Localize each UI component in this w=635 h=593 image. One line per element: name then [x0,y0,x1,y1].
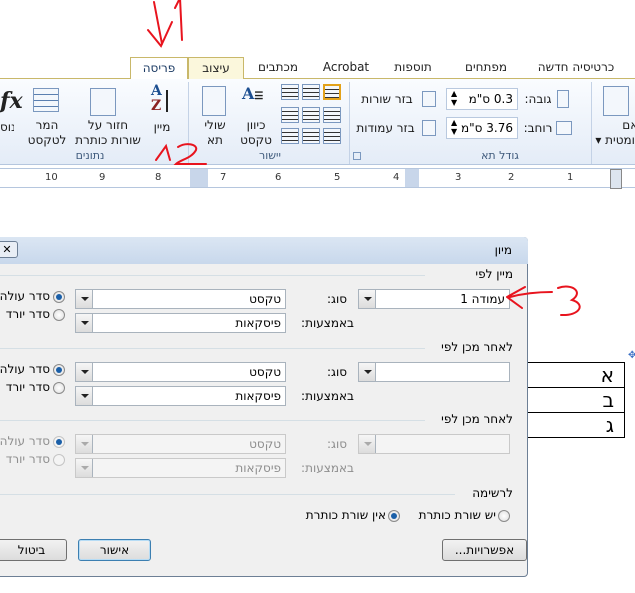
annotation-mark-2 [155,143,207,165]
annotation-mark-1 [147,0,183,48]
annotation-mark-3 [506,285,581,317]
annotation-layer [147,0,581,317]
